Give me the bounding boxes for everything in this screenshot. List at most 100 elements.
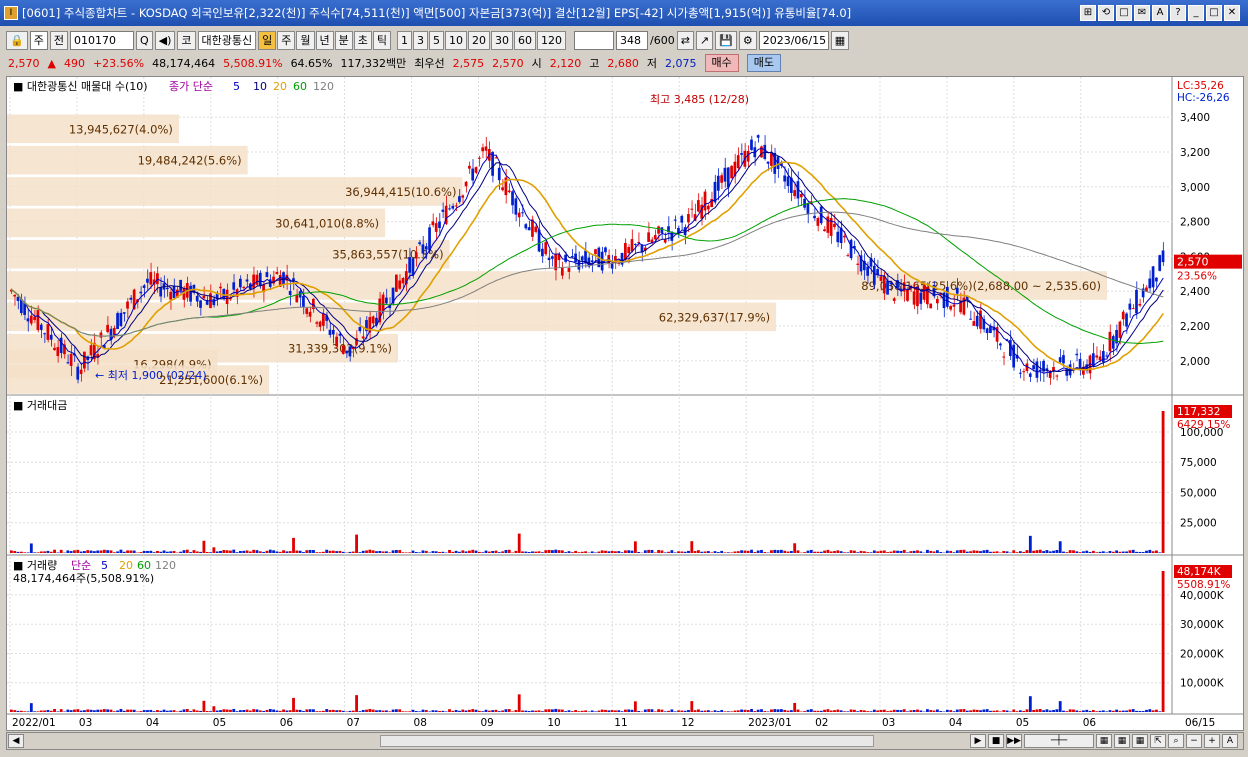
line-tool-icon[interactable]: ↗ (695, 30, 714, 50)
fast-forward-icon[interactable]: ▶▶ (1006, 734, 1022, 748)
titlebar-button-2[interactable]: □ (1116, 5, 1132, 21)
prev-button[interactable]: 전 (49, 30, 68, 50)
buy-button[interactable]: 매수 (704, 54, 739, 72)
period-tab-2[interactable]: 월 (296, 30, 315, 50)
interval-tab-5[interactable]: 30 (491, 30, 513, 50)
volume-bar-85 (292, 697, 295, 712)
volume-bar-189 (637, 711, 641, 712)
volume-bar-80 (275, 710, 279, 712)
interval-tab-6[interactable]: 60 (514, 30, 536, 50)
market-select[interactable]: 주 (29, 30, 48, 50)
period-tab-4[interactable]: 분 (334, 30, 353, 50)
volume-bar-265 (889, 710, 893, 712)
period-tab-0[interactable]: 일 (258, 30, 277, 50)
candle-body-130 (441, 209, 445, 212)
search-zoom-icon[interactable]: ⌕ (1168, 734, 1184, 748)
volume-bar-290 (972, 709, 976, 712)
volume-bar-276 (926, 709, 929, 712)
candle-body-246 (826, 216, 830, 233)
volume-ma-period-5: 5 (101, 559, 108, 572)
interval-tab-3[interactable]: 10 (445, 30, 467, 50)
amount-bar-44 (156, 550, 159, 553)
x-tick-17: 06/15 (1185, 717, 1215, 729)
scroll-left-icon[interactable]: ◀ (8, 734, 24, 748)
amount-bar-198 (667, 551, 670, 553)
candle-body-6 (29, 315, 33, 324)
play-icon[interactable]: ▶ (970, 734, 986, 748)
titlebar-button-6[interactable]: _ (1188, 5, 1204, 21)
titlebar-button-7[interactable]: □ (1206, 5, 1222, 21)
amount-bar-89 (305, 550, 309, 553)
y-tick-0: 3,400 (1180, 112, 1210, 124)
candle-body-239 (803, 198, 806, 208)
scroll-thumb[interactable] (380, 735, 874, 747)
volume-bar-82 (282, 709, 285, 712)
stock-code-input[interactable]: 010170 (69, 30, 134, 50)
count-total: /600 (650, 33, 675, 47)
sell-button[interactable]: 매도 (746, 54, 781, 72)
period-tab-3[interactable]: 년 (315, 30, 334, 50)
titlebar-button-3[interactable]: ✉ (1134, 5, 1150, 21)
amount-bar-268 (899, 550, 903, 553)
save-icon[interactable]: 💾 (715, 30, 737, 50)
titlebar-button-0[interactable]: ⊞ (1080, 5, 1096, 21)
candle-body-236 (793, 190, 796, 197)
volume-bar-336 (1125, 710, 1128, 712)
chart-tool-icon[interactable]: ⇄ (676, 30, 694, 50)
titlebar-button-5[interactable]: ? (1170, 5, 1186, 21)
speaker-icon[interactable]: ◀) (154, 30, 176, 50)
candle-body-304 (1018, 372, 1022, 374)
amount-bar-49 (172, 551, 176, 553)
ma-period-20: 20 (273, 80, 287, 93)
zoom-out-icon[interactable]: − (1186, 734, 1202, 748)
volume-bar-104 (355, 695, 358, 712)
stock-chart-svg[interactable]: 2022/01 03 04 05 06 07 08 09 10 11 12 2023/01 02 03 04… (7, 77, 1243, 730)
zoom-in-icon[interactable]: + (1204, 734, 1220, 748)
interval-tab-2[interactable]: 5 (429, 30, 444, 50)
interval-tab-7[interactable]: 120 (537, 30, 566, 50)
candle-body-147 (497, 167, 501, 181)
zoom-slider[interactable]: ─┼─ (1024, 734, 1094, 748)
candle-body-24 (89, 345, 93, 356)
grid-icon[interactable]: ▦ (1096, 734, 1112, 748)
titlebar-button-4[interactable]: A (1152, 5, 1168, 21)
chart-area[interactable]: 2022/01 03 04 05 06 07 08 09 10 11 12 2023/01 02 03 04… (6, 76, 1244, 731)
interval-input[interactable] (574, 30, 614, 50)
stock-name: 대한광통신 (197, 30, 257, 50)
period-tab-5[interactable]: 초 (353, 30, 372, 50)
volume-bar-233 (783, 709, 787, 712)
candle-body-339 (1135, 289, 1138, 314)
candle-body-185 (624, 242, 627, 260)
amount-bar-347 (1161, 411, 1165, 553)
period-tab-1[interactable]: 주 (277, 30, 296, 50)
amount-bar-328 (1098, 551, 1102, 553)
period-tab-6[interactable]: 틱 (372, 30, 391, 50)
expand-icon[interactable]: ⇱ (1150, 734, 1166, 748)
grid3-icon[interactable]: ▦ (1132, 734, 1148, 748)
candle-body-329 (1101, 351, 1105, 363)
count-input[interactable]: 348 (616, 30, 648, 50)
settings-icon[interactable]: ⚙ (738, 30, 757, 50)
interval-tab-1[interactable]: 3 (413, 30, 428, 50)
calendar-icon[interactable]: ▦ (830, 30, 850, 50)
candle-body-229 (770, 152, 773, 166)
volume-bar-325 (1088, 710, 1092, 712)
font-icon[interactable]: A (1222, 734, 1238, 748)
titlebar-button-1[interactable]: ⟲ (1098, 5, 1114, 21)
date-input[interactable]: 2023/06/15 (758, 30, 829, 50)
lock-icon[interactable]: 🔒 (6, 30, 28, 50)
search-icon[interactable]: Q (135, 30, 153, 50)
stop-icon[interactable]: ■ (988, 734, 1004, 748)
volume-bar-158 (534, 710, 538, 712)
interval-tab-0[interactable]: 1 (397, 30, 412, 50)
grid2-icon[interactable]: ▦ (1114, 734, 1130, 748)
amount-bar-187 (630, 550, 634, 553)
amount-bar-309 (1035, 550, 1039, 553)
volume-bar-335 (1121, 710, 1125, 712)
candle-body-113 (385, 297, 388, 304)
volume-bar-198 (667, 710, 670, 712)
interval-tab-4[interactable]: 20 (468, 30, 490, 50)
volume-bar-6 (29, 703, 33, 712)
scrollbar[interactable]: ◀ ▶ ■ ▶▶ ─┼─ ▦ ▦ ▦ ⇱ ⌕ − + A (6, 732, 1244, 750)
titlebar-button-8[interactable]: ✕ (1224, 5, 1240, 21)
